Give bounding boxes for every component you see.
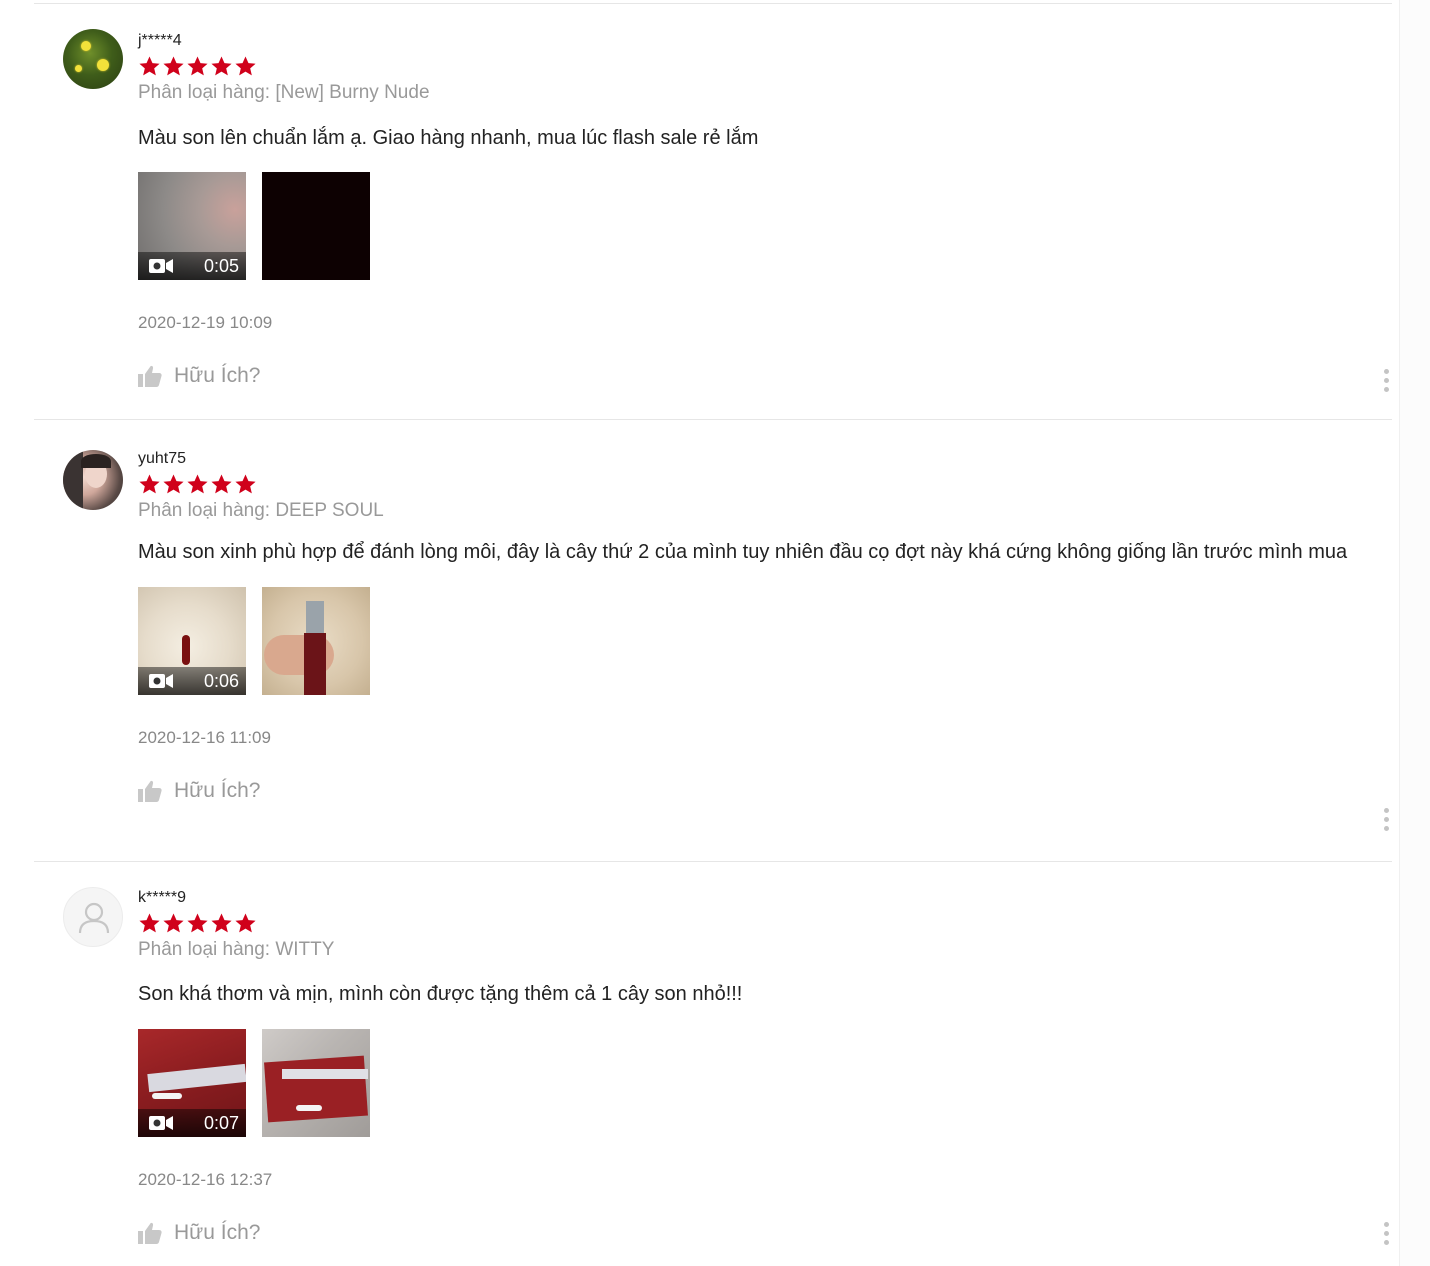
review-item: yuht75 Phân loại hàng: DEEP SOUL Màu son… <box>34 420 1392 861</box>
star-icon <box>187 913 208 933</box>
video-duration: 0:05 <box>203 256 239 276</box>
rating-stars <box>138 55 1388 79</box>
review-item: j*****4 Phân loại hàng: [New] Burny Nude… <box>34 4 1392 419</box>
star-icon <box>211 474 232 494</box>
star-icon <box>235 474 256 494</box>
star-icon <box>139 474 160 494</box>
helpful-button[interactable]: Hữu Ích? <box>138 1219 1388 1247</box>
review-video-thumbnail[interactable]: 0:06 <box>138 587 246 695</box>
review-image-thumbnail[interactable] <box>262 172 370 280</box>
star-icon <box>139 56 160 76</box>
product-variation: Phân loại hàng: WITTY <box>138 939 335 960</box>
star-icon <box>211 56 232 76</box>
video-camera-icon <box>149 674 173 688</box>
review-comment: Son khá thơm và mịn, mình còn được tặng … <box>138 983 743 1005</box>
helpful-label: Hữu Ích? <box>174 364 261 387</box>
thumbs-up-icon <box>138 1222 162 1244</box>
more-options-button[interactable] <box>1382 369 1390 393</box>
more-options-button[interactable] <box>1382 808 1390 832</box>
reviewer-username[interactable]: j*****4 <box>138 31 1388 51</box>
video-duration: 0:07 <box>203 1113 239 1133</box>
review-media: 0:07 <box>138 1029 1388 1137</box>
review-video-thumbnail[interactable]: 0:07 <box>138 1029 246 1137</box>
review-timestamp: 2020-12-16 12:37 <box>138 1170 273 1189</box>
review-image-thumbnail[interactable] <box>262 1029 370 1137</box>
review-timestamp: 2020-12-16 11:09 <box>138 728 271 747</box>
star-icon <box>163 56 184 76</box>
star-icon <box>187 474 208 494</box>
review-content: j*****4 Phân loại hàng: [New] Burny Nude… <box>138 31 1388 390</box>
product-variation: Phân loại hàng: [New] Burny Nude <box>138 82 430 103</box>
helpful-button[interactable]: Hữu Ích? <box>138 362 1388 390</box>
star-icon <box>235 56 256 76</box>
star-icon <box>235 913 256 933</box>
avatar[interactable] <box>63 887 123 947</box>
more-options-button[interactable] <box>1382 1222 1390 1246</box>
review-list: j*****4 Phân loại hàng: [New] Burny Nude… <box>34 0 1392 1262</box>
video-duration: 0:06 <box>203 671 239 691</box>
helpful-button[interactable]: Hữu Ích? <box>138 777 1388 805</box>
thumbs-up-icon <box>138 365 162 387</box>
more-vertical-icon <box>1383 1222 1389 1227</box>
review-timestamp: 2020-12-19 10:09 <box>138 313 273 332</box>
review-comment: Màu son xinh phù hợp để đánh lòng môi, đ… <box>138 541 1348 563</box>
rating-stars <box>138 912 1388 936</box>
review-content: yuht75 Phân loại hàng: DEEP SOUL Màu son… <box>138 449 1388 805</box>
page-scrollbar[interactable] <box>1399 0 1430 1266</box>
review-image-thumbnail[interactable] <box>262 587 370 695</box>
video-camera-icon <box>149 259 173 273</box>
star-icon <box>187 56 208 76</box>
user-placeholder-icon <box>78 902 110 934</box>
star-icon <box>163 913 184 933</box>
helpful-label: Hữu Ích? <box>174 1221 261 1244</box>
review-content: k*****9 Phân loại hàng: WITTY Son khá th… <box>138 888 1388 1247</box>
star-icon <box>163 474 184 494</box>
more-vertical-icon <box>1383 369 1389 374</box>
more-vertical-icon <box>1383 808 1389 813</box>
rating-stars <box>138 473 1388 497</box>
product-variation: Phân loại hàng: DEEP SOUL <box>138 500 384 521</box>
reviewer-username[interactable]: yuht75 <box>138 449 1388 469</box>
review-video-thumbnail[interactable]: 0:05 <box>138 172 246 280</box>
star-icon <box>211 913 232 933</box>
video-camera-icon <box>149 1116 173 1130</box>
reviewer-username[interactable]: k*****9 <box>138 888 1388 908</box>
review-comment: Màu son lên chuẩn lắm ạ. Giao hàng nhanh… <box>138 127 759 149</box>
avatar[interactable] <box>63 450 123 510</box>
avatar[interactable] <box>63 29 123 89</box>
review-media: 0:06 <box>138 587 1388 695</box>
thumbs-up-icon <box>138 780 162 802</box>
star-icon <box>139 913 160 933</box>
review-item: k*****9 Phân loại hàng: WITTY Son khá th… <box>34 862 1392 1262</box>
review-media: 0:05 <box>138 172 1388 280</box>
helpful-label: Hữu Ích? <box>174 779 261 802</box>
